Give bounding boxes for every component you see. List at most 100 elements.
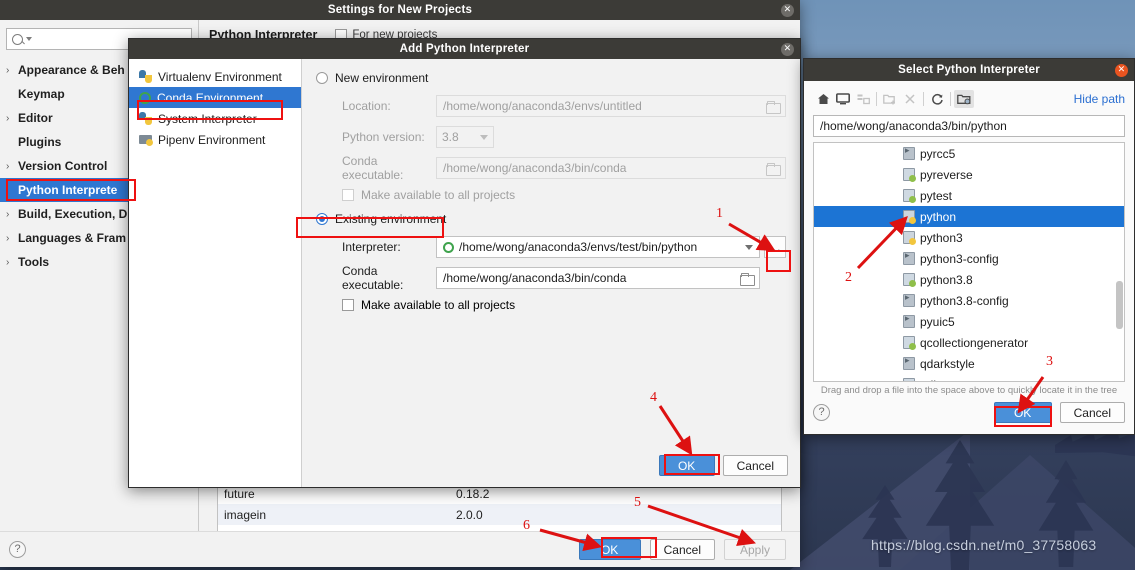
python-binary-icon: [903, 210, 916, 224]
collapse-all-icon: [853, 90, 873, 108]
desktop-icon[interactable]: [833, 90, 853, 108]
hide-path-link[interactable]: Hide path: [1074, 92, 1125, 106]
table-row[interactable]: imagein 2.0.0: [218, 504, 781, 525]
existing-make-available-checkbox[interactable]: Make available to all projects: [316, 298, 786, 312]
python-script-icon: [903, 336, 916, 350]
watermark-text: https://blog.csdn.net/m0_37758063: [871, 537, 1097, 553]
file-name: pytest: [920, 188, 953, 203]
close-icon[interactable]: ✕: [781, 4, 794, 17]
close-icon[interactable]: ✕: [1115, 64, 1128, 77]
file-name: pyrcc5: [920, 146, 956, 161]
env-item-pipenv[interactable]: Pipenv Environment: [129, 129, 301, 150]
help-icon[interactable]: ?: [9, 541, 26, 558]
sidebar-item-label: Plugins: [18, 135, 62, 149]
existing-environment-radio[interactable]: Existing environment: [316, 212, 786, 226]
toolbar-separator: [923, 92, 924, 106]
env-item-system-interpreter[interactable]: System Interpreter: [129, 108, 301, 129]
settings-apply-button[interactable]: Apply: [724, 539, 786, 560]
radio-icon: [316, 213, 328, 225]
chevron-right-icon: ›: [6, 112, 10, 124]
list-item[interactable]: qdbus: [814, 374, 1124, 382]
list-item[interactable]: qdarkstyle: [814, 353, 1124, 374]
file-name: pyreverse: [920, 167, 973, 182]
list-item[interactable]: pyuic5: [814, 311, 1124, 332]
select-interpreter-cancel-button[interactable]: Cancel: [1059, 402, 1125, 423]
show-hidden-files-icon[interactable]: [954, 90, 974, 108]
env-item-virtualenv[interactable]: Virtualenv Environment: [129, 66, 301, 87]
chevron-right-icon: ›: [6, 232, 10, 244]
add-interpreter-ok-button[interactable]: OK: [658, 455, 715, 476]
settings-cancel-button[interactable]: Cancel: [649, 539, 715, 560]
interpreter-value: /home/wong/anaconda3/envs/test/bin/pytho…: [459, 240, 698, 254]
executable-file-icon: [903, 355, 915, 370]
package-name: future: [224, 486, 255, 501]
settings-footer: ? OK Cancel Apply: [0, 531, 800, 567]
scrollbar-thumb[interactable]: [1116, 281, 1123, 329]
list-item[interactable]: pyrcc5: [814, 143, 1124, 164]
refresh-icon[interactable]: [927, 90, 947, 108]
new-make-available-label: Make available to all projects: [361, 188, 516, 202]
radio-icon: [316, 72, 328, 84]
new-make-available-checkbox[interactable]: Make available to all projects: [316, 188, 786, 202]
list-item-python-selected[interactable]: python: [814, 206, 1124, 227]
executable-file-icon: [903, 313, 915, 328]
sidebar-item-label: Tools: [18, 255, 50, 269]
file-name: python3-config: [920, 251, 999, 266]
close-icon[interactable]: ✕: [781, 43, 794, 56]
toolbar-separator: [950, 92, 951, 106]
path-input[interactable]: /home/wong/anaconda3/bin/python: [813, 115, 1125, 137]
add-interpreter-cancel-button[interactable]: Cancel: [722, 455, 788, 476]
select-python-interpreter-dialog: Select Python Interpreter ✕ Hide path /h…: [803, 58, 1135, 435]
list-item[interactable]: python3.8: [814, 269, 1124, 290]
executable-file-icon: [903, 292, 915, 307]
location-field[interactable]: /home/wong/anaconda3/envs/untitled: [436, 95, 786, 117]
new-environment-radio[interactable]: New environment: [316, 71, 786, 85]
browse-interpreter-button[interactable]: ...: [764, 236, 786, 258]
folder-icon[interactable]: [766, 100, 781, 114]
file-name: python3.8-config: [920, 293, 1009, 308]
package-version: 0.18.2: [456, 486, 490, 501]
list-item[interactable]: qcollectiongenerator: [814, 332, 1124, 353]
select-interpreter-ok-button[interactable]: OK: [993, 402, 1052, 423]
delete-icon: [900, 90, 920, 108]
file-name: python3: [920, 230, 963, 245]
executable-file-icon: [903, 250, 915, 265]
python-version-label: Python version:: [342, 130, 425, 144]
settings-ok-button[interactable]: OK: [578, 539, 641, 560]
sidebar-item-label: Languages & Fram: [18, 231, 127, 245]
checkbox-icon: [342, 299, 354, 311]
toolbar-separator: [876, 92, 877, 106]
list-item[interactable]: pytest: [814, 185, 1124, 206]
help-icon[interactable]: ?: [813, 404, 830, 421]
existing-conda-executable-field[interactable]: /home/wong/anaconda3/bin/conda: [436, 267, 760, 289]
add-interpreter-title: Add Python Interpreter: [399, 43, 530, 55]
drag-drop-hint: Drag and drop a file into the space abov…: [820, 385, 1118, 396]
existing-conda-executable-value: /home/wong/anaconda3/bin/conda: [443, 271, 627, 285]
env-item-label: System Interpreter: [158, 111, 257, 126]
list-item[interactable]: python3-config: [814, 248, 1124, 269]
existing-environment-label: Existing environment: [335, 212, 447, 226]
checkbox-icon: [342, 189, 354, 201]
package-name: imagein: [224, 507, 267, 522]
pipenv-icon: [139, 134, 153, 146]
file-list: pyrcc5 pyreverse pytest python python3 p…: [813, 142, 1125, 382]
location-value: /home/wong/anaconda3/envs/untitled: [443, 99, 642, 113]
env-item-label: Pipenv Environment: [158, 132, 266, 147]
env-item-conda[interactable]: Conda Environment: [129, 87, 301, 108]
list-item[interactable]: pyreverse: [814, 164, 1124, 185]
interpreter-select[interactable]: /home/wong/anaconda3/envs/test/bin/pytho…: [436, 236, 760, 258]
existing-make-available-label: Make available to all projects: [361, 298, 516, 312]
folder-icon[interactable]: [740, 272, 755, 286]
file-name: qdarkstyle: [920, 356, 975, 371]
home-icon[interactable]: [813, 90, 833, 108]
chevron-right-icon: ›: [6, 64, 10, 76]
search-icon: [12, 33, 23, 45]
file-name: qdbus: [920, 378, 953, 382]
folder-icon[interactable]: [766, 162, 781, 176]
python-script-icon: [903, 189, 916, 203]
python-version-select[interactable]: 3.8: [436, 126, 494, 148]
new-conda-executable-field[interactable]: /home/wong/anaconda3/bin/conda: [436, 157, 786, 179]
list-item[interactable]: python3.8-config: [814, 290, 1124, 311]
conda-ring-icon: [139, 91, 151, 104]
list-item[interactable]: python3: [814, 227, 1124, 248]
